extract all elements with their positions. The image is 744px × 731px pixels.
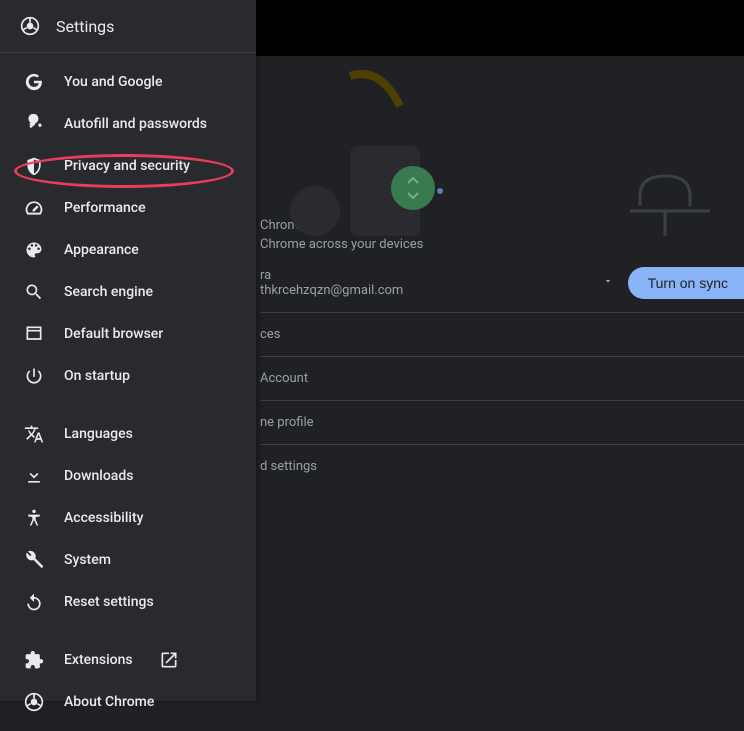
sidebar-item-search-engine[interactable]: Search engine <box>0 271 256 313</box>
sidebar-title: Settings <box>56 17 114 36</box>
settings-row[interactable]: ces <box>260 313 744 357</box>
sidebar-item-default-browser[interactable]: Default browser <box>0 313 256 355</box>
download-icon <box>24 466 44 486</box>
sidebar-item-label: Reset settings <box>64 594 154 610</box>
sidebar-item-privacy[interactable]: Privacy and security <box>0 145 256 187</box>
shield-icon <box>24 156 44 176</box>
sidebar-item-downloads[interactable]: Downloads <box>0 455 256 497</box>
reset-icon <box>24 592 44 612</box>
search-icon <box>24 282 44 302</box>
power-icon <box>24 366 44 386</box>
hero-line-2: Chrome across your devices <box>260 235 744 254</box>
sidebar-item-label: Performance <box>64 200 146 216</box>
sidebar-item-performance[interactable]: Performance <box>0 187 256 229</box>
chevron-down-icon[interactable] <box>602 275 614 291</box>
settings-row[interactable]: d settings <box>260 445 744 488</box>
sidebar-item-appearance[interactable]: Appearance <box>0 229 256 271</box>
sidebar-item-label: Downloads <box>64 468 133 484</box>
sidebar-item-extensions[interactable]: Extensions <box>0 639 256 681</box>
sidebar-item-label: Languages <box>64 426 133 442</box>
google-g-icon <box>24 72 44 92</box>
sidebar-header: Settings <box>0 0 256 53</box>
settings-row[interactable]: ne profile <box>260 401 744 445</box>
sidebar-item-label: You and Google <box>64 74 162 90</box>
sidebar-item-label: Autofill and passwords <box>64 116 207 132</box>
sidebar-item-label: On startup <box>64 368 130 384</box>
browser-icon <box>24 324 44 344</box>
translate-icon <box>24 424 44 444</box>
sidebar-item-label: Search engine <box>64 284 153 300</box>
sidebar-item-about[interactable]: About Chrome <box>0 681 256 723</box>
sidebar-item-accessibility[interactable]: Accessibility <box>0 497 256 539</box>
sidebar-item-label: Appearance <box>64 242 139 258</box>
sidebar-item-you-and-google[interactable]: You and Google <box>0 61 256 103</box>
settings-row[interactable]: Account <box>260 357 744 401</box>
sidebar-item-reset[interactable]: Reset settings <box>0 581 256 623</box>
sidebar-item-autofill[interactable]: Autofill and passwords <box>0 103 256 145</box>
settings-sidebar: Settings You and Google Autofill and pass… <box>0 0 256 701</box>
turn-on-sync-button[interactable]: Turn on sync <box>628 267 744 299</box>
chrome-logo-icon <box>24 692 44 712</box>
chrome-logo-icon <box>20 16 40 36</box>
palette-icon <box>24 240 44 260</box>
sidebar-item-label: Accessibility <box>64 510 143 526</box>
sidebar-item-label: Extensions <box>64 652 133 668</box>
sidebar-item-label: System <box>64 552 111 568</box>
wrench-icon <box>24 550 44 570</box>
account-row[interactable]: ra thkrcehzqzn@gmail.com Turn on sync <box>260 254 744 313</box>
sidebar-item-label: Privacy and security <box>64 158 190 174</box>
speedometer-icon <box>24 198 44 218</box>
account-email: thkrcehzqzn@gmail.com <box>260 283 403 298</box>
open-in-new-icon <box>159 650 179 670</box>
accessibility-icon <box>24 508 44 528</box>
sidebar-item-label: Default browser <box>64 326 163 342</box>
sidebar-item-languages[interactable]: Languages <box>0 413 256 455</box>
key-icon <box>24 114 44 134</box>
extension-icon <box>24 650 44 670</box>
sidebar-item-system[interactable]: System <box>0 539 256 581</box>
sidebar-item-on-startup[interactable]: On startup <box>0 355 256 397</box>
account-name: ra <box>260 268 403 283</box>
sidebar-item-label: About Chrome <box>64 694 154 710</box>
